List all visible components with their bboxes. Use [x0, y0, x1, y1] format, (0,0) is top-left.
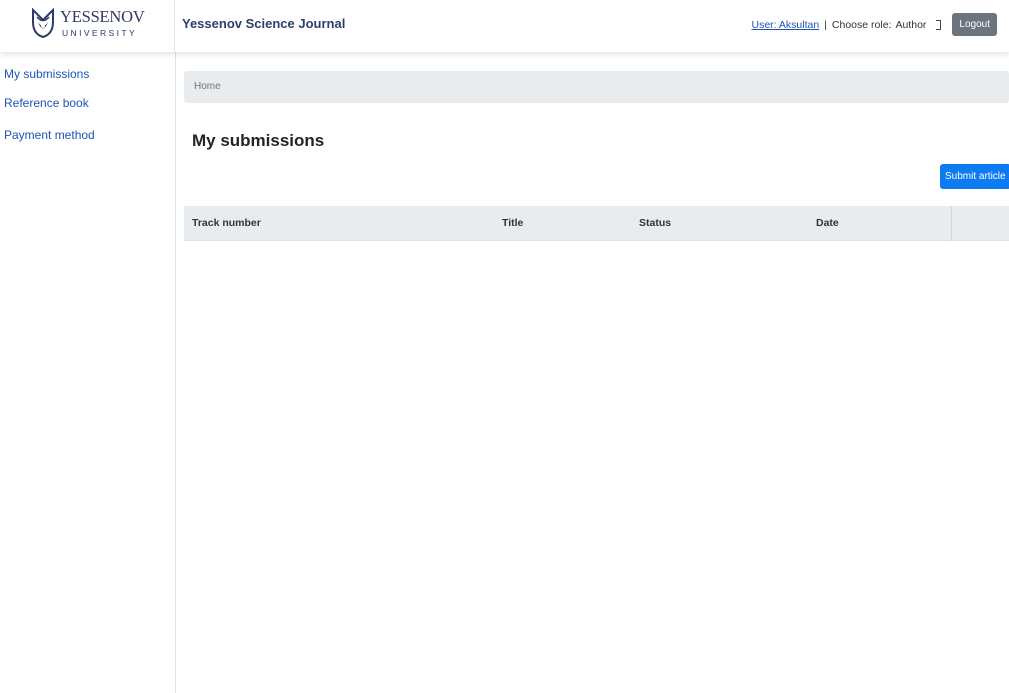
journal-title[interactable]: Yessenov Science Journal: [182, 16, 345, 31]
logout-button[interactable]: Logout: [952, 13, 997, 36]
header-separator: |: [824, 18, 827, 31]
submit-article-button[interactable]: Submit article: [940, 164, 1009, 189]
role-select[interactable]: Author: [895, 19, 952, 31]
sidebar-item-reference-book[interactable]: Reference book: [4, 96, 89, 110]
page-title: My submissions: [192, 131, 325, 150]
sidebar-item-payment-method[interactable]: Payment method: [4, 128, 95, 142]
role-select-value: Author: [895, 18, 927, 31]
user-controls: User: Aksultan | Choose role: Author Log…: [751, 13, 997, 36]
breadcrumb-home[interactable]: Home: [194, 81, 221, 92]
main-content: Home My submissions Submit article Track…: [176, 52, 1009, 693]
column-divider: [951, 206, 952, 241]
submissions-table-header: Track number Title Status Date: [184, 206, 1009, 241]
university-logo[interactable]: YESSENOV UNIVERSITY: [0, 0, 175, 52]
top-header: YESSENOV UNIVERSITY Yessenov Science Jou…: [0, 0, 1009, 52]
column-header-track-number[interactable]: Track number: [192, 206, 261, 241]
column-header-title[interactable]: Title: [502, 206, 523, 241]
dropdown-caret-icon: [936, 19, 942, 30]
breadcrumb: Home: [184, 71, 1009, 103]
sidebar-item-my-submissions[interactable]: My submissions: [4, 67, 89, 81]
logo-subtitle: UNIVERSITY: [62, 28, 138, 38]
user-profile-link[interactable]: User: Aksultan: [751, 19, 819, 31]
university-emblem-icon: [32, 8, 54, 38]
logo-name: YESSENOV: [60, 7, 145, 26]
column-header-status[interactable]: Status: [639, 206, 671, 241]
choose-role-label: Choose role:: [831, 18, 892, 31]
column-header-date[interactable]: Date: [816, 206, 839, 241]
sidebar: My submissions Reference book Payment me…: [0, 52, 176, 693]
